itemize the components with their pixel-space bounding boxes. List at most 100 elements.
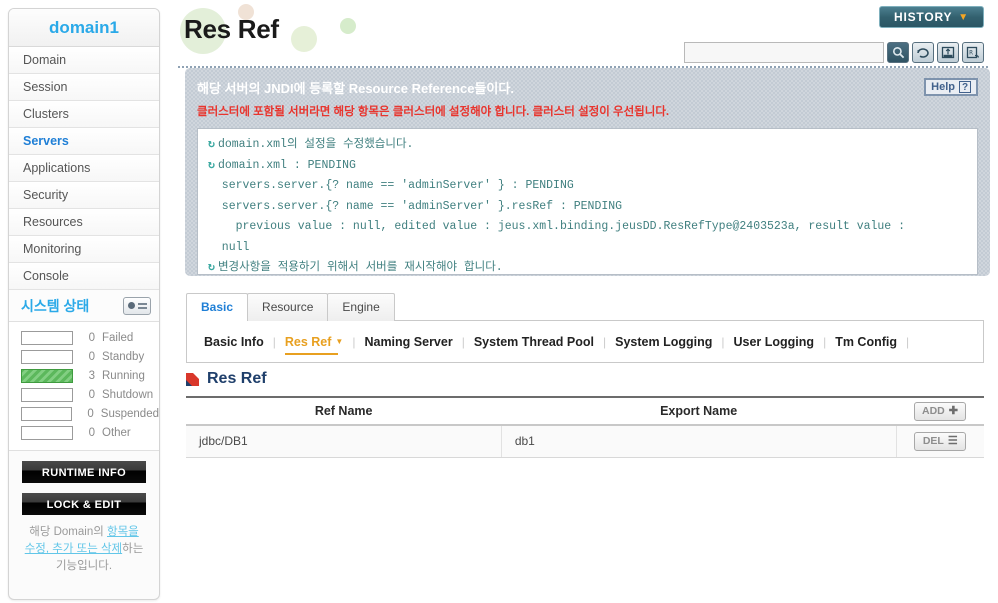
status-count: 0	[88, 331, 95, 344]
delete-button[interactable]: DEL ☰	[914, 431, 967, 451]
log-line-text: servers.server.{? name == 'adminServer' …	[208, 179, 574, 192]
cell-ref-name: jdbc/DB1	[186, 425, 502, 458]
sidebar-item-label: Servers	[23, 134, 69, 148]
table-body: jdbc/DB1 db1 DEL ☰	[186, 425, 984, 458]
help-button[interactable]: Help ?	[924, 78, 978, 96]
log-line-text: domain.xml의 설정을 수정했습니다.	[217, 138, 414, 151]
subnav-item-user-logging[interactable]: User Logging	[725, 335, 824, 349]
sidebar: domain1 Domain Session Clusters Servers Appl…	[8, 8, 160, 600]
status-row-other: 0 Other	[9, 423, 159, 442]
tab-bar: Basic Resource Engine	[186, 293, 395, 321]
message-panel: 해당 서버의 JNDI에 등록할 Resource Reference들이다. …	[185, 68, 990, 276]
log-line: servers.server.{? name == 'adminServer' …	[208, 197, 967, 218]
section-header: Res Ref	[186, 370, 267, 388]
system-status-list: 0 Failed 0 Standby 3 Running 0 Shutdown 0 Suspend…	[9, 322, 159, 451]
status-bar	[21, 330, 73, 345]
add-button-label: ADD	[922, 405, 945, 417]
refresh-glyph-icon: ↻	[208, 138, 215, 151]
sidebar-item-domain[interactable]: Domain	[9, 47, 159, 74]
delete-button-label: DEL	[922, 435, 944, 448]
status-row-suspended: 0 Suspended	[9, 404, 159, 423]
status-label: Running	[102, 369, 145, 382]
page-title-area: Res Ref	[178, 4, 648, 56]
refresh-glyph-icon: ↻	[208, 158, 215, 172]
log-line: ↻ domain.xml의 설정을 수정했습니다.	[208, 135, 967, 156]
chevron-down-icon: ▼	[958, 11, 969, 23]
add-button[interactable]: ADD ✚	[914, 401, 966, 421]
subnav-item-naming-server[interactable]: Naming Server	[355, 335, 461, 349]
xml-export-icon[interactable]	[937, 42, 959, 63]
column-header-ref-name: Ref Name	[186, 396, 502, 426]
status-count: 0	[88, 426, 95, 439]
status-count: 0	[87, 407, 94, 420]
tab-engine[interactable]: Engine	[327, 293, 395, 321]
message-warning: 클러스터에 포함될 서버라면 해당 항목은 클러스터에 설정해야 합니다. 클러…	[197, 106, 670, 118]
section-title: Res Ref	[207, 370, 267, 387]
sidebar-note-prefix: 해당 Domain의	[29, 526, 107, 538]
log-line: ↻ 변경사항을 적용하기 위해서 서버를 재시작해야 합니다.	[208, 258, 967, 274]
domain-title: domain1	[9, 9, 159, 47]
tab-resource[interactable]: Resource	[247, 293, 329, 321]
sidebar-item-security[interactable]: Security	[9, 182, 159, 209]
log-line: ↻ domain.xml : PENDING	[208, 156, 967, 177]
subnav-item-label: System Logging	[615, 334, 713, 349]
subnav-item-system-logging[interactable]: System Logging	[606, 335, 721, 349]
sidebar-nav: Domain Session Clusters Servers Applications…	[9, 47, 159, 290]
subnav-item-system-thread-pool[interactable]: System Thread Pool	[465, 335, 603, 349]
sidebar-item-label: Domain	[23, 53, 67, 67]
status-row-shutdown: 0 Shutdown	[9, 385, 159, 404]
active-underline	[284, 352, 339, 355]
lock-and-edit-button[interactable]: LOCK & EDIT	[22, 493, 146, 515]
column-header-actions: ADD ✚	[896, 396, 984, 426]
svg-text:R: R	[969, 49, 973, 56]
status-row-failed: 0 Failed	[9, 328, 159, 347]
status-row-standby: 0 Standby	[9, 347, 159, 366]
system-status-title: 시스템 상태	[21, 297, 90, 314]
status-bar	[21, 387, 73, 402]
sidebar-item-resources[interactable]: Resources	[9, 209, 159, 236]
monitor-icon[interactable]	[123, 296, 151, 315]
report-export-icon[interactable]: R	[962, 42, 984, 63]
status-count: 0	[88, 350, 95, 363]
sidebar-item-session[interactable]: Session	[9, 74, 159, 101]
system-status-header: 시스템 상태	[9, 290, 159, 322]
sidebar-item-console[interactable]: Console	[9, 263, 159, 290]
subnav-item-label: Res Ref	[284, 334, 332, 349]
sidebar-item-clusters[interactable]: Clusters	[9, 101, 159, 128]
sidebar-item-label: Applications	[23, 161, 91, 175]
res-ref-table: Ref Name Export Name ADD ✚ jdbc/DB1 db1 DE…	[186, 396, 984, 458]
sidebar-item-servers[interactable]: Servers	[9, 128, 159, 155]
page-title: Res Ref	[184, 14, 279, 44]
sidebar-item-label: Monitoring	[23, 242, 82, 256]
refresh-glyph-icon: ↻	[208, 261, 215, 274]
subnav-item-tm-config[interactable]: Tm Config	[826, 335, 906, 349]
history-button[interactable]: HISTORY ▼	[879, 6, 984, 28]
chevron-down-icon[interactable]: ▼	[335, 337, 343, 346]
log-line-text: null	[208, 240, 250, 254]
tab-basic[interactable]: Basic	[186, 293, 249, 321]
runtime-info-button[interactable]: RUNTIME INFO	[22, 461, 146, 483]
table-row[interactable]: jdbc/DB1 db1 DEL ☰	[186, 425, 984, 458]
history-button-label: HISTORY	[894, 10, 953, 24]
sidebar-item-label: Security	[23, 188, 69, 202]
subnav-item-label: Naming Server	[364, 334, 453, 349]
search-icon[interactable]	[887, 42, 909, 63]
page-root: domain1 Domain Session Clusters Servers Appl…	[0, 0, 998, 603]
log-line-text: 변경사항을 적용하기 위해서 서버를 재시작해야 합니다.	[217, 261, 503, 274]
subnav-item-label: Basic Info	[204, 334, 264, 349]
search-input[interactable]	[684, 42, 884, 63]
refresh-icon[interactable]	[912, 42, 934, 63]
sidebar-item-label: Clusters	[23, 107, 69, 121]
sidebar-item-applications[interactable]: Applications	[9, 155, 159, 182]
subnav-item-res-ref[interactable]: Res Ref ▼	[276, 334, 352, 355]
status-count: 3	[88, 369, 95, 382]
sidebar-item-label: Console	[23, 269, 69, 283]
sidebar-item-monitoring[interactable]: Monitoring	[9, 236, 159, 263]
sidebar-item-label: Resources	[23, 215, 83, 229]
sub-navigation: Basic Info | Res Ref ▼ | Naming Server | System…	[186, 320, 984, 363]
subnav-item-basic-info[interactable]: Basic Info	[195, 335, 273, 349]
plus-icon: ✚	[948, 404, 958, 417]
log-line: previous value : null, edited value : je…	[208, 217, 967, 238]
cell-actions: DEL ☰	[896, 425, 984, 458]
table-header-row: Ref Name Export Name ADD ✚	[186, 396, 984, 426]
